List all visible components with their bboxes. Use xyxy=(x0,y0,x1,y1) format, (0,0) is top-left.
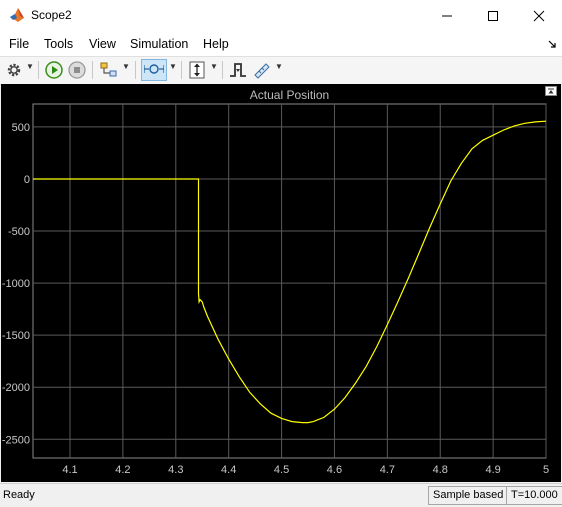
block-highlight-icon[interactable] xyxy=(99,60,119,80)
toolbar: ▼ ▼ ▼ ▼ ▼ xyxy=(0,56,562,85)
menu-simulation[interactable]: Simulation xyxy=(130,37,188,51)
y-tick-label: 500 xyxy=(12,122,30,134)
close-icon xyxy=(533,10,545,22)
toolbar-separator xyxy=(181,61,182,79)
settings-dropdown-icon[interactable]: ▼ xyxy=(26,62,34,71)
status-text: Ready xyxy=(3,489,35,501)
autoscale-dropdown-icon[interactable]: ▼ xyxy=(210,62,218,71)
x-tick-label: 4.3 xyxy=(168,464,183,476)
maximize-button[interactable] xyxy=(470,0,516,31)
x-tick-label: 4.6 xyxy=(327,464,342,476)
y-tick-label: -500 xyxy=(8,226,30,238)
zoom-dropdown-icon[interactable]: ▼ xyxy=(169,62,177,71)
menu-view[interactable]: View xyxy=(89,37,116,51)
x-tick-label: 4.7 xyxy=(380,464,395,476)
sample-mode-indicator: Sample based xyxy=(428,486,509,505)
menu-tools[interactable]: Tools xyxy=(44,37,73,51)
scope-display: Actual Position 4.1 4.2 4.3 4.4 4.5 4.6 4.7 4.8 4… xyxy=(1,84,561,482)
matlab-icon xyxy=(10,8,24,22)
plot-area xyxy=(32,103,547,459)
minimize-icon xyxy=(442,15,452,17)
y-tick-label: -1500 xyxy=(2,330,30,342)
toolbar-separator xyxy=(222,61,223,79)
y-tick-label: 0 xyxy=(24,174,30,186)
status-bar: Ready Sample based T=10.000 xyxy=(0,483,562,507)
menu-file[interactable]: File xyxy=(9,37,29,51)
zoom-x-button[interactable] xyxy=(141,59,167,81)
title-bar: Scope2 xyxy=(0,0,562,32)
toolbar-separator xyxy=(38,61,39,79)
minimize-button[interactable] xyxy=(424,0,470,31)
toolbar-separator xyxy=(92,61,93,79)
zoom-x-icon xyxy=(144,64,164,74)
chart-title: Actual Position xyxy=(250,88,329,102)
x-tick-label: 4.5 xyxy=(274,464,289,476)
ruler-icon[interactable] xyxy=(252,60,272,80)
x-tick-label: 4.1 xyxy=(62,464,77,476)
x-tick-label: 4.9 xyxy=(485,464,500,476)
y-tick-label: -1000 xyxy=(2,278,30,290)
measurements-dropdown-icon[interactable]: ▼ xyxy=(275,62,283,71)
window-title: Scope2 xyxy=(31,8,72,22)
y-tick-label: -2500 xyxy=(2,434,30,446)
highlight-dropdown-icon[interactable]: ▼ xyxy=(122,62,130,71)
autoscale-icon[interactable] xyxy=(187,60,207,80)
maximize-icon xyxy=(488,11,498,21)
play-icon[interactable] xyxy=(44,60,64,80)
stop-icon[interactable] xyxy=(67,60,87,80)
axes-undock-icon[interactable] xyxy=(545,86,557,96)
x-tick-label: 5 xyxy=(543,464,549,476)
simulation-time: T=10.000 xyxy=(506,486,562,505)
gear-icon[interactable] xyxy=(5,60,23,80)
scope-chart[interactable]: Actual Position 4.1 4.2 4.3 4.4 4.5 4.6 4.7 4.8 4… xyxy=(1,84,561,482)
close-button[interactable] xyxy=(516,0,562,31)
x-tick-label: 4.8 xyxy=(433,464,448,476)
x-tick-label: 4.4 xyxy=(221,464,236,476)
toolbar-separator xyxy=(135,61,136,79)
x-tick-label: 4.2 xyxy=(115,464,130,476)
trigger-icon[interactable] xyxy=(228,60,248,80)
menu-help[interactable]: Help xyxy=(203,37,229,51)
y-tick-label: -2000 xyxy=(2,382,30,394)
menu-bar: File Tools View Simulation Help xyxy=(0,31,562,56)
undock-arrow-icon[interactable] xyxy=(548,40,556,48)
